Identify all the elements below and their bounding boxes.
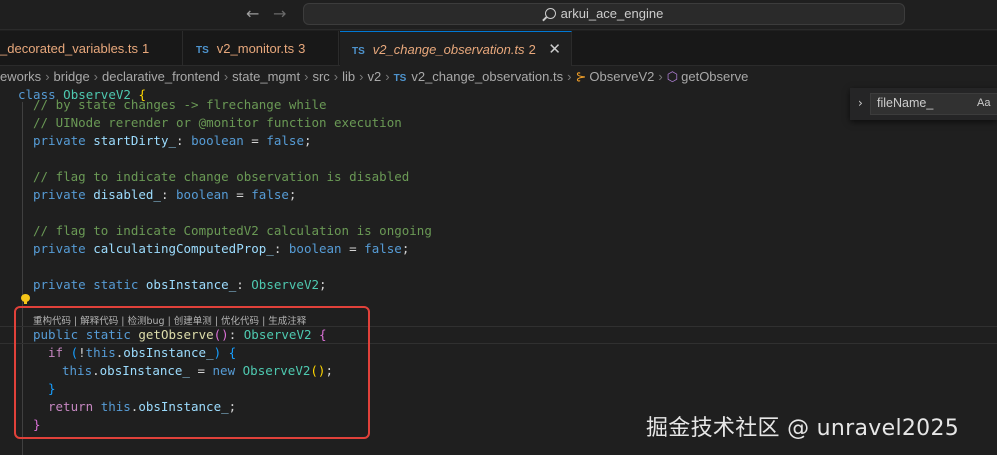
breadcrumb-item[interactable]: state_mgmt (232, 69, 300, 84)
breadcrumb-item[interactable]: bridge (54, 69, 90, 84)
tab-v2-monitor[interactable]: TS v2_monitor.ts 3 (184, 31, 339, 66)
code-line: private calculatingComputedProp_: boolea… (33, 241, 410, 256)
breadcrumb-class[interactable]: ObserveV2 (589, 69, 654, 84)
problem-count: 2 (528, 42, 536, 57)
match-case-toggle[interactable]: Aa (977, 97, 990, 109)
code-editor[interactable]: class ObserveV2 { // by state changes ->… (0, 88, 997, 455)
breadcrumb-method[interactable]: getObserve (681, 69, 748, 84)
breadcrumb-item[interactable]: lib (342, 69, 355, 84)
code-line: private disabled_: boolean = false; (33, 187, 297, 202)
typescript-file-icon: TS (196, 45, 209, 56)
tab-label: _decorated_variables.ts (0, 41, 139, 56)
title-bar: ← → arkui_ace_engine (0, 0, 997, 30)
breadcrumb-item[interactable]: src (312, 69, 329, 84)
close-icon[interactable]: ✕ (548, 32, 561, 66)
code-line: // by state changes -> flrechange while (33, 97, 327, 112)
breadcrumb-file[interactable]: v2_change_observation.ts (411, 69, 563, 84)
code-line: private startDirty_: boolean = false; (33, 133, 312, 148)
class-symbol-icon: ⊱ (575, 69, 587, 84)
search-icon (544, 8, 556, 19)
find-widget: › fileName_ Aa (850, 88, 997, 120)
forward-arrow-icon[interactable]: → (273, 5, 286, 23)
back-arrow-icon[interactable]: ← (246, 5, 259, 23)
chevron-right-icon: › (385, 69, 390, 84)
lightbulb-icon[interactable] (21, 294, 30, 305)
problem-count: 3 (298, 41, 306, 56)
breadcrumb-item[interactable]: v2 (367, 69, 381, 84)
annotation-highlight-box (14, 306, 370, 439)
command-center-label: arkui_ace_engine (560, 6, 664, 21)
chevron-right-icon: › (93, 69, 99, 84)
chevron-right-icon: › (333, 69, 339, 84)
chevron-right-icon: › (359, 69, 364, 84)
breadcrumb-item[interactable]: declarative_frontend (102, 69, 220, 84)
code-line: // flag to indicate ComputedV2 calculati… (33, 223, 432, 238)
tab-label: v2_change_observation.ts (372, 42, 525, 57)
chevron-right-icon: › (45, 69, 50, 84)
problem-count: 1 (142, 41, 150, 56)
chevron-right-icon: › (567, 69, 572, 84)
code-line: // flag to indicate change observation i… (33, 169, 410, 184)
code-line: private static obsInstance_: ObserveV2; (33, 277, 327, 292)
watermark: 掘金技术社区 @ unravel2025 (646, 416, 960, 441)
toggle-replace-chevron-icon[interactable]: › (858, 96, 863, 110)
editor-tab-bar: _decorated_variables.ts 1 TS v2_monitor.ts… (0, 31, 997, 66)
code-line: // UINode rerender or @monitor function … (33, 115, 402, 130)
method-symbol-icon: ⬡ (666, 69, 679, 84)
command-center-search[interactable]: arkui_ace_engine (303, 3, 905, 25)
chevron-right-icon: › (658, 69, 663, 84)
breadcrumb-item[interactable]: eworks (0, 69, 41, 84)
chevron-right-icon: › (223, 69, 229, 84)
chevron-right-icon: › (304, 69, 309, 84)
breadcrumb: eworks › bridge › declarative_frontend › state… (0, 66, 997, 88)
tab-label: v2_monitor.ts (216, 41, 295, 56)
find-input[interactable]: fileName_ Aa (870, 93, 997, 115)
typescript-file-icon: TS (352, 46, 365, 57)
find-input-value: fileName_ (877, 96, 934, 110)
typescript-file-icon: TS (393, 73, 407, 84)
tab-v2-change-observation[interactable]: TS v2_change_observation.ts 2 ✕ (340, 31, 572, 66)
tab-decorated-variables[interactable]: _decorated_variables.ts 1 (0, 31, 183, 66)
